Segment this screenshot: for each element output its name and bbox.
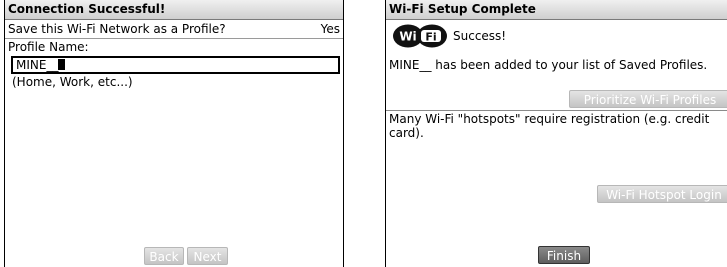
success-row: Wi Fi Success!	[386, 20, 727, 50]
divider	[386, 110, 727, 111]
profile-name-value: MINE__	[16, 58, 59, 72]
back-button[interactable]: Back	[144, 247, 184, 265]
finish-button[interactable]: Finish	[538, 246, 590, 264]
profile-name-label: Profile Name:	[8, 40, 89, 54]
hotspot-login-button[interactable]: Wi-Fi Hotspot Login	[597, 185, 727, 203]
prioritize-profiles-button[interactable]: Prioritize Wi-Fi Profiles	[569, 90, 727, 108]
screen-title: Connection Successful!	[5, 0, 343, 20]
wifi-logo-icon: Wi Fi	[393, 24, 447, 48]
save-profile-question-label: Save this Wi-Fi Network as a Profile?	[8, 22, 226, 36]
hotspot-message: Many Wi-Fi "hotspots" require registrati…	[389, 112, 710, 140]
wifi-setup-complete-screen: Wi-Fi Setup Complete Wi Fi Success! MINE…	[385, 0, 727, 267]
save-profile-choice[interactable]: Yes	[321, 20, 340, 38]
text-cursor	[58, 59, 66, 70]
save-profile-question[interactable]: Save this Wi-Fi Network as a Profile? Ye…	[5, 20, 343, 39]
screen-title: Wi-Fi Setup Complete	[386, 0, 727, 20]
wifi-logo-text-wi: Wi	[399, 30, 416, 44]
next-button[interactable]: Next	[187, 247, 228, 265]
profile-name-hint: (Home, Work, etc...)	[12, 75, 133, 89]
connection-successful-screen: Connection Successful! Save this Wi-Fi N…	[4, 0, 344, 267]
saved-profile-message: MINE__ has been added to your list of Sa…	[389, 58, 708, 72]
wifi-logo-text-fi: Fi	[425, 31, 436, 44]
success-text: Success!	[453, 29, 507, 43]
profile-name-input[interactable]: MINE__	[11, 56, 340, 74]
